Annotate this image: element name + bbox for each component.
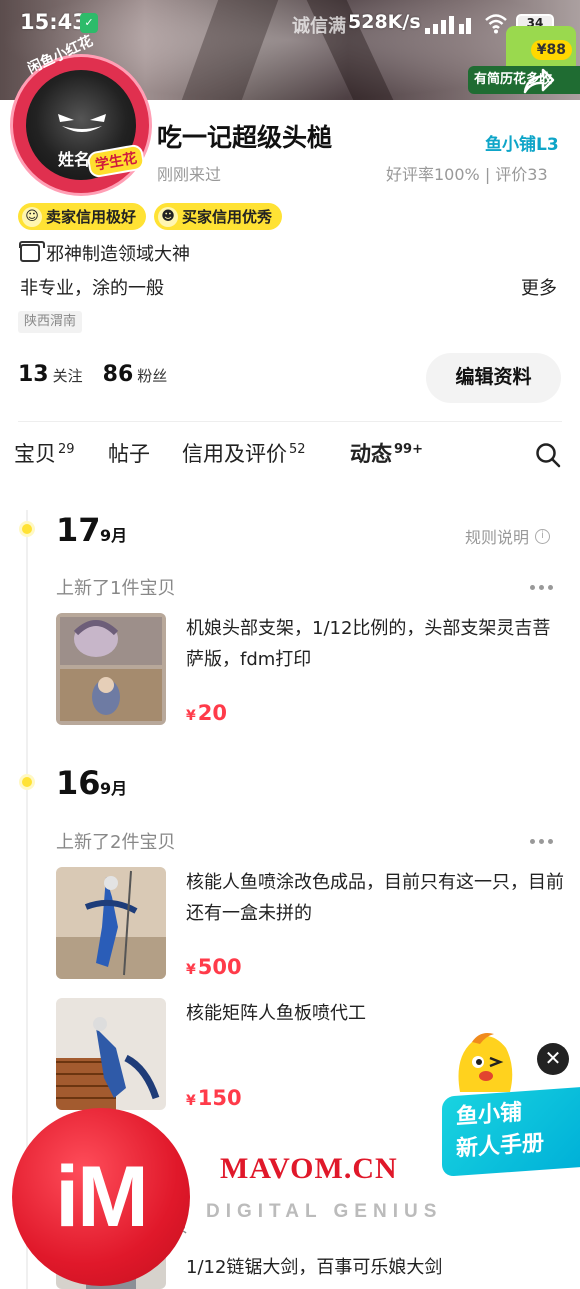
day-number: 17 — [56, 511, 101, 549]
rules-link[interactable]: 规则说明 i — [465, 524, 551, 548]
avatar[interactable]: 闲鱼小红花 姓名 学生花 — [10, 33, 152, 196]
currency-symbol: ¥ — [186, 962, 196, 978]
rules-link-label: 规则说明 — [465, 528, 530, 547]
price-value: 500 — [197, 955, 242, 979]
credit-tags: ☺ 卖家信用极好 ☻ 买家信用优秀 — [18, 203, 283, 230]
more-link[interactable]: 更多 — [521, 274, 557, 300]
seller-credit-label: 卖家信用极好 — [46, 208, 137, 226]
tab-activity[interactable]: 动态 99+ — [350, 438, 423, 468]
fans-label[interactable]: 粉丝 — [137, 365, 167, 386]
item-thumbnail — [56, 998, 166, 1110]
watermark-site: MAVOM.CN — [220, 1152, 398, 1185]
tab-label: 帖子 — [108, 442, 150, 466]
newbie-guide-card[interactable]: 鱼小铺 新人手册 — [442, 1087, 580, 1177]
currency-symbol: ¥ — [186, 1093, 196, 1109]
group-header: 上新了1件宝贝 — [56, 578, 176, 599]
mascot-icon[interactable] — [450, 1028, 520, 1098]
following-count[interactable]: 13 — [18, 362, 49, 387]
close-icon[interactable]: ✕ — [537, 1043, 569, 1075]
search-icon[interactable] — [535, 442, 561, 468]
list-item[interactable]: 机娘头部支架，1/12比例的，头部支架灵吉菩萨版，fdm打印 ¥20 — [56, 613, 562, 725]
shop-name: 吃一记超级头槌 — [157, 123, 333, 152]
share-icon[interactable] — [521, 66, 555, 96]
tab-items[interactable]: 宝贝 29 — [14, 438, 75, 468]
info-icon: i — [535, 528, 551, 544]
shop-level-badge[interactable]: 鱼小铺L3 — [485, 130, 559, 155]
more-options-icon[interactable] — [530, 839, 554, 845]
timeline-dot — [19, 774, 35, 790]
buyer-credit-tag[interactable]: ☻ 买家信用优秀 — [154, 203, 283, 230]
fans-count[interactable]: 86 — [103, 362, 134, 387]
list-item[interactable]: 核能人鱼喷涂改色成品，目前只有这一只，目前还有一盒未拼的 ¥500 — [56, 867, 564, 979]
more-options-icon[interactable] — [530, 585, 554, 591]
currency-symbol: ¥ — [186, 708, 196, 724]
group-header: 上新了2件宝贝 — [56, 832, 176, 853]
avatar-sub-text: 姓名 — [58, 150, 91, 169]
network-speed: 528K/s — [348, 11, 421, 33]
timeline-dot — [19, 521, 35, 537]
edit-profile-button[interactable]: 编辑资料 — [426, 353, 561, 403]
item-price: ¥150 — [186, 1086, 242, 1110]
item-title: 1/12链锯大剑，百事可乐娘大剑 — [186, 1257, 443, 1278]
item-title: 核能矩阵人鱼板喷代工 — [186, 1003, 366, 1024]
grin-face-icon — [58, 114, 106, 132]
tab-count: 99+ — [394, 442, 423, 457]
tab-credit-reviews[interactable]: 信用及评价 52 — [182, 438, 306, 468]
tab-label: 宝贝 — [14, 442, 56, 466]
item-thumbnail — [56, 867, 166, 979]
profile-bio: 非专业，涂的一般 — [20, 278, 164, 299]
day-month: 9月 — [100, 526, 128, 545]
item-title: 机娘头部支架，1/12比例的，头部支架灵吉菩萨版，fdm打印 — [186, 618, 551, 670]
item-thumbnail — [56, 613, 166, 725]
seller-credit-tag[interactable]: ☺ 卖家信用极好 — [18, 203, 147, 230]
tab-label: 信用及评价 — [182, 442, 287, 466]
item-title: 核能人鱼喷涂改色成品，目前只有这一只，目前还有一盒未拼的 — [186, 872, 564, 924]
rating-summary[interactable]: 好评率100% | 评价33 — [386, 161, 548, 185]
tab-posts[interactable]: 帖子 — [108, 438, 150, 468]
buyer-credit-emoji-icon: ☻ — [158, 206, 179, 227]
watermark-tagline: DIGITAL GENIUS — [206, 1201, 443, 1222]
signal-icon — [425, 14, 471, 34]
shop-icon — [19, 241, 45, 262]
status-time: 15:43 — [20, 10, 87, 34]
buyer-credit-label: 买家信用优秀 — [182, 208, 273, 226]
day-number: 16 — [56, 764, 101, 802]
achievement-title-label: 邪神制造领域大神 — [46, 244, 190, 265]
tab-count: 29 — [58, 442, 75, 457]
watermark-logo: iM — [12, 1108, 190, 1286]
day-month: 9月 — [100, 779, 128, 798]
item-price: ¥500 — [186, 955, 242, 979]
follow-stats: 13 关注 86 粉丝 — [18, 362, 187, 387]
promo-badge: ¥88 — [530, 40, 572, 60]
following-label[interactable]: 关注 — [53, 365, 83, 386]
achievement-title[interactable]: 邪神制造领域大神 — [19, 240, 190, 266]
profile-tabs: 宝贝 29 帖子 信用及评价 52 动态 99+ — [14, 438, 566, 478]
tab-label: 动态 — [350, 442, 392, 466]
price-value: 20 — [197, 701, 227, 725]
region-tag: 陕西渭南 — [18, 311, 83, 333]
last-seen-text: 刚刚来过 — [157, 165, 222, 184]
price-value: 150 — [197, 1086, 242, 1110]
item-price: ¥20 — [186, 701, 227, 725]
seller-credit-emoji-icon: ☺ — [22, 206, 42, 227]
tab-count: 52 — [289, 442, 306, 457]
divider — [18, 421, 562, 422]
